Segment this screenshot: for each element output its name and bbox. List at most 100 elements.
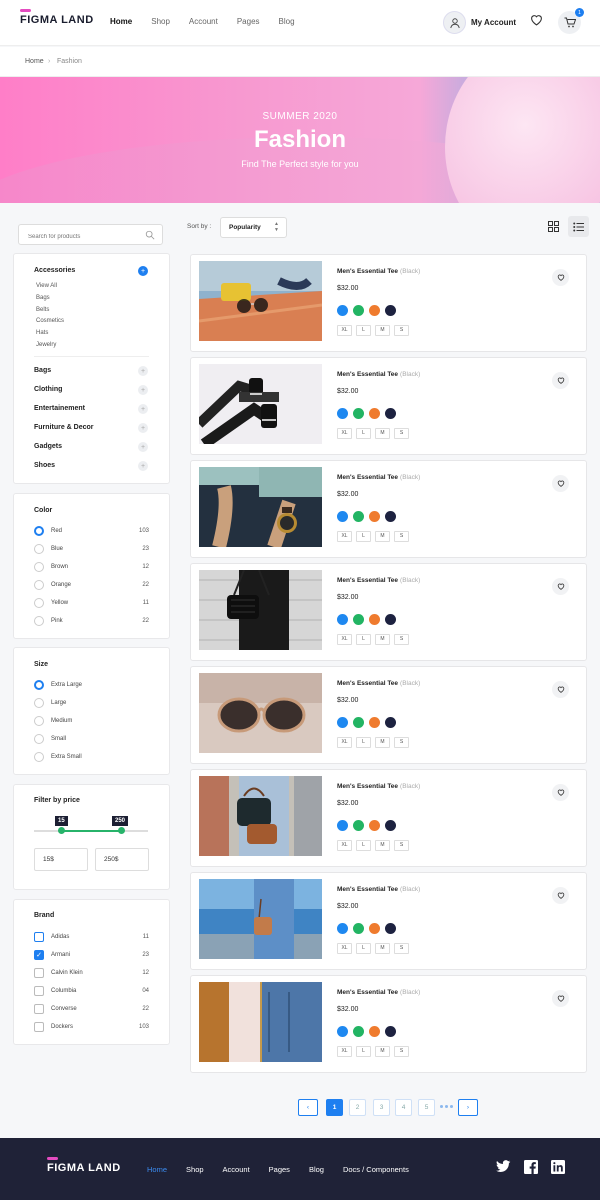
product-card[interactable]: Men's Essential Tee (Black) $32.00 XL L M… <box>190 769 587 867</box>
color-option-pink[interactable]: Pink <box>34 616 63 626</box>
page-3[interactable]: 3 <box>373 1099 390 1116</box>
nav-pages[interactable]: Pages <box>237 17 260 26</box>
swatch-navy[interactable] <box>385 1026 396 1037</box>
add-to-wishlist-button[interactable] <box>552 372 569 389</box>
product-card[interactable]: Men's Essential Tee (Black) $32.00 XL L M… <box>190 872 587 970</box>
product-image[interactable] <box>199 776 322 856</box>
footer-link-account[interactable]: Account <box>223 1165 250 1174</box>
category-entertainement[interactable]: Entertainement <box>34 405 85 412</box>
size-s[interactable]: S <box>394 634 409 645</box>
product-card[interactable]: Men's Essential Tee (Black) $32.00 XL L M… <box>190 563 587 661</box>
product-name[interactable]: Men's Essential Tee (Black) <box>337 989 420 996</box>
search-icon[interactable] <box>145 230 155 240</box>
swatch-blue[interactable] <box>337 923 348 934</box>
brand-option-converse[interactable]: Converse <box>34 1004 77 1014</box>
swatch-orange[interactable] <box>369 717 380 728</box>
footer-link-docs[interactable]: Docs / Components <box>343 1165 409 1174</box>
swatch-navy[interactable] <box>385 408 396 419</box>
nav-home[interactable]: Home <box>110 17 132 26</box>
my-account-button[interactable]: My Account <box>443 11 516 34</box>
footer-logo[interactable]: FIGMA LAND <box>47 1157 121 1174</box>
size-xl[interactable]: XL <box>337 634 352 645</box>
add-to-wishlist-button[interactable] <box>552 578 569 595</box>
subcategory-hats[interactable]: Hats <box>36 330 48 336</box>
category-gadgets[interactable]: Gadgets <box>34 443 62 450</box>
swatch-navy[interactable] <box>385 614 396 625</box>
next-page-button[interactable]: › <box>458 1099 478 1116</box>
swatch-orange[interactable] <box>369 1026 380 1037</box>
product-name[interactable]: Men's Essential Tee (Black) <box>337 680 420 687</box>
list-view-button[interactable] <box>568 216 589 237</box>
brand-option-adidas[interactable]: Adidas <box>34 932 69 942</box>
size-xl[interactable]: XL <box>337 840 352 851</box>
swatch-orange[interactable] <box>369 408 380 419</box>
swatch-green[interactable] <box>353 717 364 728</box>
swatch-blue[interactable] <box>337 408 348 419</box>
product-name[interactable]: Men's Essential Tee (Black) <box>337 371 420 378</box>
add-to-wishlist-button[interactable] <box>552 269 569 286</box>
subcategory-jewelry[interactable]: Jewelry <box>36 342 56 348</box>
color-option-brown[interactable]: Brown <box>34 562 68 572</box>
subcategory-belts[interactable]: Belts <box>36 307 49 313</box>
size-l[interactable]: L <box>356 943 371 954</box>
size-m[interactable]: M <box>375 428 390 439</box>
size-m[interactable]: M <box>375 737 390 748</box>
swatch-orange[interactable] <box>369 305 380 316</box>
add-to-wishlist-button[interactable] <box>552 475 569 492</box>
nav-account[interactable]: Account <box>189 17 218 26</box>
logo[interactable]: FIGMA LAND <box>20 9 94 26</box>
size-option-medium[interactable]: Medium <box>34 716 72 726</box>
product-image[interactable] <box>199 879 322 959</box>
nav-blog[interactable]: Blog <box>279 17 295 26</box>
collapse-icon[interactable]: + <box>138 266 148 276</box>
subcategory-view-all[interactable]: View All <box>36 283 57 289</box>
footer-link-home[interactable]: Home <box>147 1165 167 1174</box>
product-card[interactable]: Men's Essential Tee (Black) $32.00 XL L M… <box>190 666 587 764</box>
prev-page-button[interactable]: ‹ <box>298 1099 318 1116</box>
expand-icon[interactable]: + <box>138 385 148 395</box>
product-card[interactable]: Men's Essential Tee (Black) $32.00 XL L M… <box>190 975 587 1073</box>
brand-option-dockers[interactable]: Dockers <box>34 1022 73 1032</box>
brand-option-calvin-klein[interactable]: Calvin Klein <box>34 968 83 978</box>
expand-icon[interactable]: + <box>138 366 148 376</box>
category-shoes[interactable]: Shoes <box>34 462 55 469</box>
price-slider-max-handle[interactable] <box>118 827 125 834</box>
size-l[interactable]: L <box>356 1046 371 1057</box>
swatch-blue[interactable] <box>337 511 348 522</box>
size-xl[interactable]: XL <box>337 428 352 439</box>
size-s[interactable]: S <box>394 943 409 954</box>
swatch-blue[interactable] <box>337 614 348 625</box>
grid-view-button[interactable] <box>543 216 564 237</box>
swatch-navy[interactable] <box>385 923 396 934</box>
price-slider-min-handle[interactable] <box>58 827 65 834</box>
size-l[interactable]: L <box>356 737 371 748</box>
page-4[interactable]: 4 <box>395 1099 412 1116</box>
add-to-wishlist-button[interactable] <box>552 784 569 801</box>
product-name[interactable]: Men's Essential Tee (Black) <box>337 474 420 481</box>
color-option-blue[interactable]: Blue <box>34 544 63 554</box>
footer-link-pages[interactable]: Pages <box>269 1165 290 1174</box>
size-option-extra-small[interactable]: Extra Small <box>34 752 82 762</box>
search-input[interactable] <box>19 234 129 240</box>
subcategory-bags[interactable]: Bags <box>36 295 50 301</box>
price-max-input[interactable]: 250$ <box>95 848 149 871</box>
size-m[interactable]: M <box>375 840 390 851</box>
product-name[interactable]: Men's Essential Tee (Black) <box>337 577 420 584</box>
size-xl[interactable]: XL <box>337 1046 352 1057</box>
expand-icon[interactable]: + <box>138 404 148 414</box>
size-option-small[interactable]: Small <box>34 734 66 744</box>
swatch-green[interactable] <box>353 614 364 625</box>
size-l[interactable]: L <box>356 531 371 542</box>
add-to-wishlist-button[interactable] <box>552 887 569 904</box>
product-image[interactable] <box>199 570 322 650</box>
size-s[interactable]: S <box>394 840 409 851</box>
product-image[interactable] <box>199 673 322 753</box>
swatch-green[interactable] <box>353 305 364 316</box>
product-name[interactable]: Men's Essential Tee (Black) <box>337 783 420 790</box>
swatch-blue[interactable] <box>337 820 348 831</box>
product-image[interactable] <box>199 982 322 1062</box>
swatch-green[interactable] <box>353 923 364 934</box>
size-s[interactable]: S <box>394 1046 409 1057</box>
swatch-green[interactable] <box>353 408 364 419</box>
swatch-green[interactable] <box>353 1026 364 1037</box>
